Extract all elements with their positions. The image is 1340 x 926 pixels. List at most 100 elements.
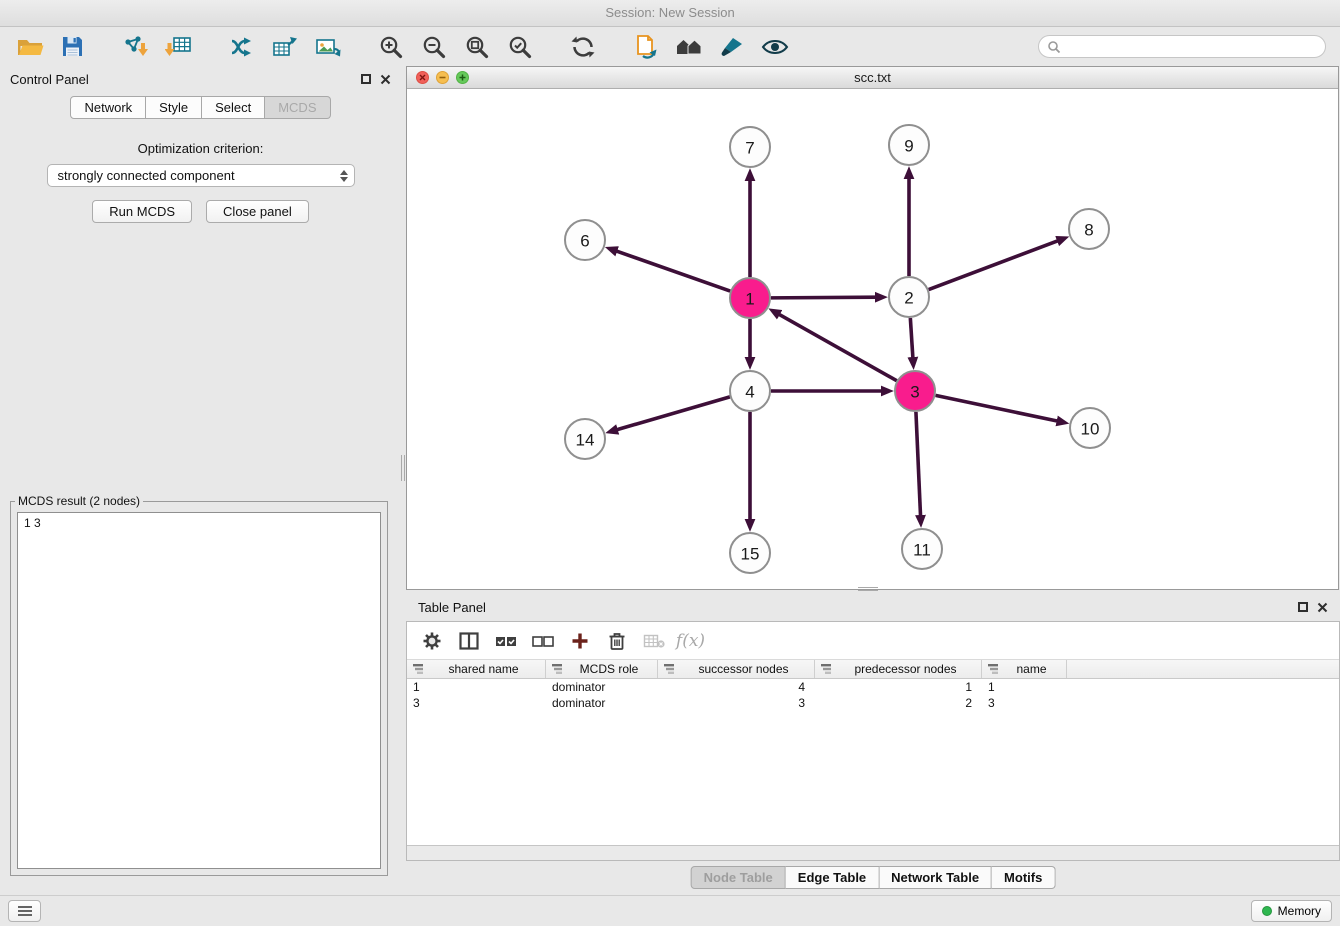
minimize-window-icon[interactable] [436,71,449,84]
zoom-selected-button[interactable] [498,31,541,63]
homes-icon [675,35,703,59]
column-header-label: MCDS role [565,662,653,676]
tab-motifs[interactable]: Motifs [992,866,1055,889]
delete-column-button[interactable] [598,626,635,656]
plus-icon [571,632,589,650]
graph-edge-1-6[interactable] [616,251,730,291]
column-header-MCDS-role[interactable]: MCDS role [546,660,658,678]
float-table-panel-icon[interactable] [1298,602,1308,612]
network-window-title: scc.txt [407,67,1338,88]
network-overview-button[interactable] [667,31,710,63]
column-header-predecessor-nodes[interactable]: predecessor nodes [815,660,982,678]
function-builder-button-disabled[interactable]: f(x) [672,626,709,656]
tab-style[interactable]: Style [146,96,202,119]
shuffle-arrows-icon [229,35,255,59]
table-row[interactable]: 3dominator323 [407,695,1339,711]
column-header-shared-name[interactable]: shared name [407,660,546,678]
table-cell[interactable]: 4 [658,680,815,694]
float-panel-icon[interactable] [361,74,371,84]
tab-edge-table[interactable]: Edge Table [786,866,879,889]
window-controls [416,71,469,84]
search-box[interactable] [1038,35,1326,58]
zoom-window-icon[interactable] [456,71,469,84]
clone-network-button[interactable] [624,31,667,63]
graph-edge-3-11[interactable] [916,412,921,516]
table-settings-button[interactable] [413,626,450,656]
open-session-button[interactable] [8,31,51,63]
table-cell[interactable]: 3 [407,696,546,710]
table-to-network-icon [271,35,298,59]
memory-button-label: Memory [1278,904,1321,918]
graph-edge-2-8[interactable] [929,241,1058,290]
close-panel-icon[interactable] [380,74,391,85]
column-header-name[interactable]: name [982,660,1067,678]
close-panel-button[interactable]: Close panel [206,200,309,223]
table-cell[interactable]: 1 [407,680,546,694]
paintbrush-icon [719,35,745,59]
toolbar-group-import [114,31,200,63]
show-panel-list-button[interactable] [8,900,41,922]
table-row[interactable]: 1dominator411 [407,679,1339,695]
zoom-selected-icon [507,34,533,60]
memory-button[interactable]: Memory [1251,900,1332,922]
save-session-button[interactable] [51,31,94,63]
show-column-panel-button[interactable] [450,626,487,656]
create-column-button[interactable] [561,626,598,656]
attribute-icon [664,664,675,674]
refresh-view-button[interactable] [561,31,604,63]
gear-icon [422,631,442,651]
clear-table-button-disabled[interactable] [635,626,672,656]
close-window-icon[interactable] [416,71,429,84]
table-cell[interactable]: 3 [658,696,815,710]
import-table-from-file-button[interactable] [157,31,200,63]
new-network-button[interactable] [220,31,263,63]
graph-edge-4-14[interactable] [617,397,730,430]
tab-network-table[interactable]: Network Table [879,866,992,889]
close-table-panel-icon[interactable] [1317,602,1328,613]
table-cell[interactable]: 2 [815,696,982,710]
graph-edge-3-1[interactable] [779,314,897,380]
tab-network[interactable]: Network [70,96,146,119]
graph-edge-1-2[interactable] [771,297,876,298]
tab-select[interactable]: Select [202,96,265,119]
horizontal-splitter-grip[interactable] [858,587,878,591]
table-cell[interactable]: dominator [546,680,658,694]
zoom-fit-button[interactable] [455,31,498,63]
search-input[interactable] [1066,40,1317,54]
dropdown-stepper-icon [340,170,348,182]
network-from-table-button[interactable] [263,31,306,63]
zoom-out-button[interactable] [412,31,455,63]
tab-mcds[interactable]: MCDS [265,96,330,119]
search-icon [1047,40,1061,54]
graph-node-label-10: 10 [1081,420,1100,439]
export-image-button[interactable] [306,31,349,63]
zoom-in-button[interactable] [369,31,412,63]
table-cell[interactable]: 1 [982,680,1067,694]
open-folder-icon [16,35,44,59]
network-canvas[interactable]: 7968124314101511 [407,89,1338,589]
tab-node-table[interactable]: Node Table [691,866,786,889]
table-horizontal-scrollbar[interactable] [407,845,1339,860]
attribute-icon [413,664,424,674]
table-cell[interactable]: 3 [982,696,1067,710]
graph-node-label-3: 3 [910,383,919,402]
import-network-from-file-button[interactable] [114,31,157,63]
memory-status-icon [1262,906,1272,916]
table-panel: Table Panel [406,595,1340,895]
select-all-columns-button[interactable] [487,626,524,656]
table-cell[interactable]: dominator [546,696,658,710]
table-cell[interactable]: 1 [815,680,982,694]
run-mcds-button[interactable]: Run MCDS [92,200,192,223]
show-hide-graphics-button[interactable] [753,31,796,63]
network-window-titlebar[interactable]: scc.txt [407,67,1338,89]
apply-style-button[interactable] [710,31,753,63]
vertical-splitter-grip[interactable] [401,455,405,481]
criterion-dropdown[interactable]: strongly connected component [47,164,355,187]
column-header-successor-nodes[interactable]: successor nodes [658,660,815,678]
graph-node-label-15: 15 [741,545,760,564]
unselect-all-columns-button[interactable] [524,626,561,656]
mcds-result-text[interactable]: 1 3 [17,512,381,869]
graph-edge-3-10[interactable] [936,395,1058,421]
graph-edge-2-3[interactable] [910,318,913,358]
image-export-icon [314,35,341,59]
